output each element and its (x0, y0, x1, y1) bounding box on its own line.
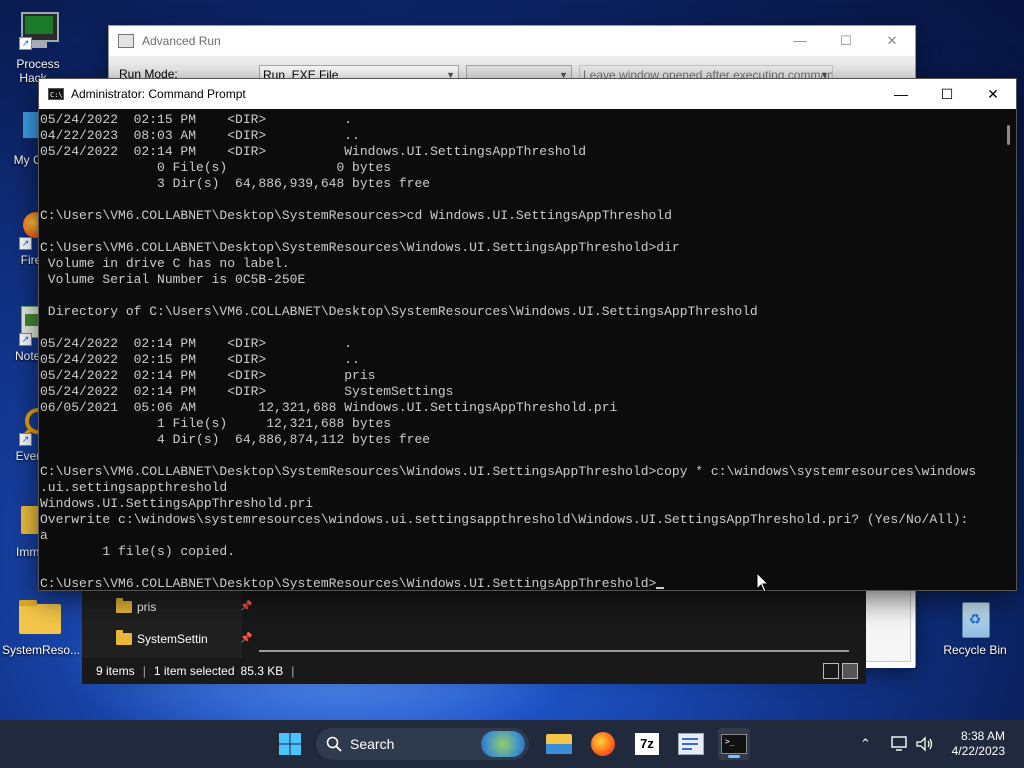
desktop-icon-label: SystemReso... (2, 643, 81, 657)
desktop-icon-label: Process (16, 57, 60, 71)
console-text: 05/24/2022 02:15 PM <DIR> . 04/22/2023 0… (40, 112, 977, 590)
vertical-scrollbar[interactable] (1001, 110, 1016, 590)
desktop-icon-systemresources[interactable]: SystemReso... (2, 598, 81, 657)
mouse-pointer-icon (756, 572, 770, 593)
minimize-button[interactable]: — (878, 79, 924, 109)
command-prompt-window: C:\ Administrator: Command Prompt — ☐ ✕ … (38, 78, 1017, 591)
terminal-icon[interactable]: >_ (718, 728, 750, 760)
desktop-icon-recycle-bin[interactable]: ♻ Recycle Bin (937, 598, 1013, 657)
search-icon (326, 736, 342, 752)
desktop-icon-process-hacker[interactable]: ↗ Process Hack... (0, 12, 76, 85)
volume-icon[interactable] (915, 720, 935, 768)
text-cursor (656, 587, 665, 589)
windows-start-icon[interactable] (274, 728, 306, 760)
process-hacker-icon: ↗ (17, 12, 59, 54)
nav-item-systemsettings[interactable]: SystemSettin 📌 (116, 628, 252, 650)
advanced-run-app-icon (118, 34, 134, 48)
taskbar-clock[interactable]: 8:38 AM 4/22/2023 (945, 729, 1005, 759)
7zip-icon[interactable]: 7z (631, 728, 663, 760)
firefox-icon[interactable] (587, 728, 619, 760)
advanced-run-taskbar-icon[interactable] (675, 728, 707, 760)
command-prompt-titlebar[interactable]: C:\ Administrator: Command Prompt — ☐ ✕ (39, 79, 1016, 109)
advanced-run-side-panel (865, 590, 911, 662)
desktop-icon-label: Recycle Bin (943, 643, 1007, 657)
folder-icon (19, 598, 61, 640)
folder-icon (116, 598, 132, 613)
recycle-bin-icon: ♻ (954, 598, 996, 640)
file-explorer-window: pris 📌 SystemSettin 📌 9 items | 1 item s… (82, 588, 866, 684)
horizontal-scrollbar[interactable] (259, 650, 849, 652)
file-explorer-icon[interactable] (543, 728, 575, 760)
network-icon[interactable] (890, 720, 910, 768)
chevron-up-icon[interactable]: ⌃ (860, 736, 871, 752)
search-label: Search (350, 736, 395, 752)
navigation-pane: pris 📌 SystemSettin 📌 (82, 588, 252, 658)
command-prompt-line: C:\Users\VM6.COLLABNET\Desktop\SystemRes… (40, 576, 657, 590)
close-button[interactable]: ✕ (869, 26, 915, 56)
status-item-count: 9 items (96, 664, 135, 678)
window-title: Administrator: Command Prompt (71, 87, 246, 101)
active-indicator (728, 755, 740, 758)
maximize-button[interactable]: ☐ (924, 79, 970, 109)
details-view-icon[interactable] (823, 663, 839, 679)
status-separator: | (142, 664, 146, 678)
taskbar-search-box[interactable]: Search (316, 728, 529, 760)
advanced-run-titlebar[interactable]: Advanced Run — ☐ ✕ (109, 26, 915, 56)
clock-date: 4/22/2023 (951, 744, 1005, 758)
taskbar: Search 7z >_ ⌃ 8:38 AM 4/22/2023 (0, 720, 1024, 768)
widgets-icon[interactable] (481, 731, 525, 757)
folder-icon (116, 630, 132, 645)
status-separator: | (291, 664, 295, 678)
status-size: 85.3 KB (240, 664, 284, 678)
nav-item-label: pris (137, 600, 157, 614)
nav-item-label: SystemSettin (137, 632, 208, 646)
pin-icon: 📌 (240, 633, 253, 644)
status-selected: 1 item selected (153, 664, 235, 678)
7zip-label: 7z (635, 733, 659, 755)
nav-item-pris[interactable]: pris 📌 (116, 596, 252, 618)
pin-icon: 📌 (240, 601, 253, 612)
large-icons-view-icon[interactable] (842, 663, 858, 679)
status-bar: 9 items | 1 item selected 85.3 KB | (82, 658, 866, 684)
console-output[interactable]: 05/24/2022 02:15 PM <DIR> . 04/22/2023 0… (39, 110, 1001, 590)
command-prompt-icon: C:\ (48, 88, 64, 100)
minimize-button[interactable]: — (777, 26, 823, 56)
maximize-button[interactable]: ☐ (823, 26, 869, 56)
clock-time: 8:38 AM (960, 729, 1005, 743)
system-tray: ⌃ (858, 720, 871, 768)
close-button[interactable]: ✕ (970, 79, 1016, 109)
window-title: Advanced Run (142, 34, 221, 48)
scrollbar-thumb[interactable] (1007, 125, 1010, 145)
